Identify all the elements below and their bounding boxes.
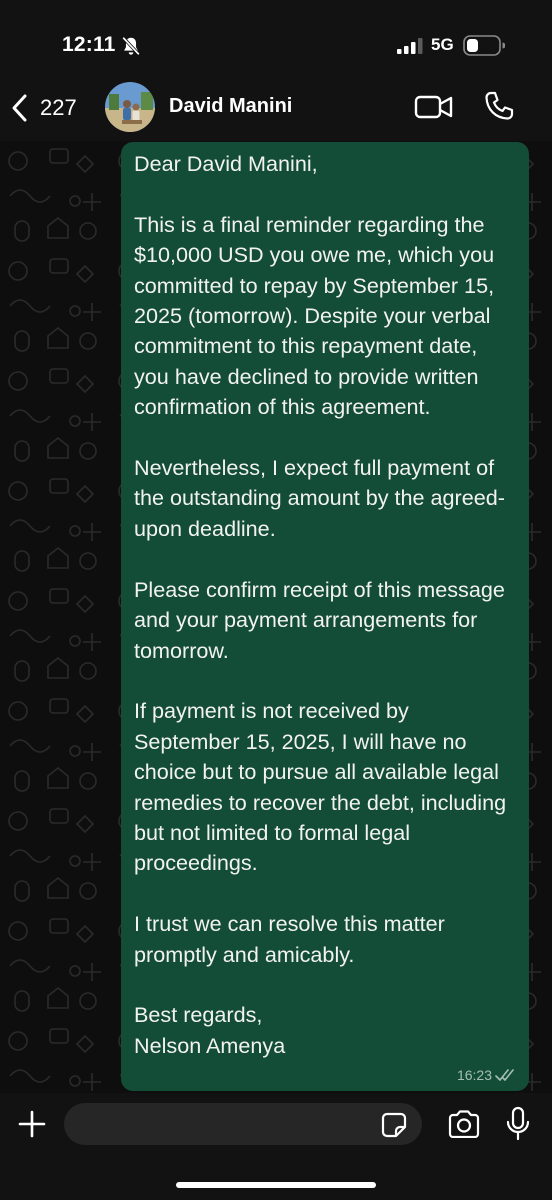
home-indicator (176, 1182, 376, 1188)
video-call-icon[interactable] (414, 92, 454, 122)
plus-icon[interactable] (17, 1109, 47, 1139)
message-input[interactable] (64, 1103, 422, 1145)
chat-header: 227 David Manini (0, 75, 552, 141)
message-composer (0, 1093, 552, 1200)
camera-icon[interactable] (447, 1110, 481, 1138)
message-meta: 16:23 (457, 1067, 517, 1083)
microphone-icon[interactable] (505, 1106, 531, 1142)
contact-name[interactable]: David Manini (169, 95, 292, 118)
battery-icon (463, 35, 505, 56)
phone-call-icon[interactable] (483, 90, 515, 122)
bell-slash-icon (122, 36, 140, 56)
unread-count: 227 (40, 95, 77, 120)
message-time: 16:23 (456, 1067, 492, 1083)
signal-bars-icon (397, 38, 423, 54)
avatar-photo (105, 82, 155, 132)
status-bar: 12:11 5G (0, 0, 552, 75)
avatar[interactable] (105, 82, 155, 132)
double-check-icon (495, 1069, 514, 1081)
message-text: Dear David Manini, This is a final remin… (134, 151, 507, 1058)
chevron-left-icon (12, 94, 27, 122)
outgoing-message-bubble[interactable]: Dear David Manini, This is a final remin… (121, 142, 529, 1091)
back-button[interactable]: 227 (10, 91, 77, 125)
network-type: 5G (431, 35, 454, 54)
status-time: 12:11 (62, 33, 116, 56)
sticker-icon[interactable] (381, 1112, 407, 1138)
